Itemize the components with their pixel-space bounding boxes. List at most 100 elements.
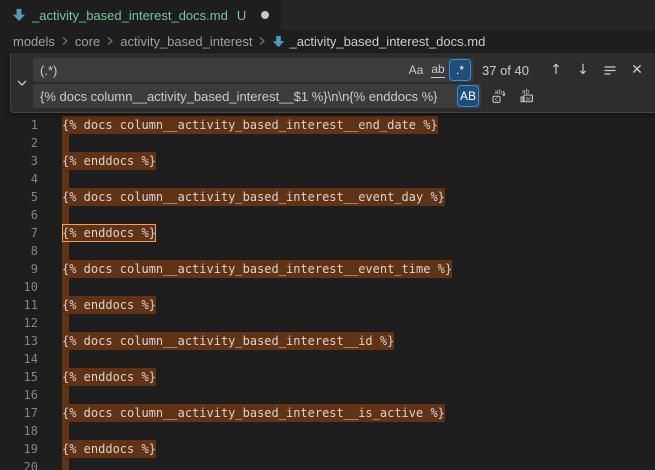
line-number: 12: [0, 314, 38, 332]
code-line[interactable]: 6: [0, 206, 655, 224]
find-match: [62, 278, 69, 296]
replace-all-button[interactable]: ab ac: [516, 85, 538, 107]
code-line[interactable]: 13 {% docs column__activity_based_interes…: [0, 332, 655, 350]
breadcrumb-file[interactable]: _activity_based_interest_docs.md: [289, 34, 485, 49]
code-line[interactable]: 7 {% enddocs %}: [0, 224, 655, 242]
find-query-text: (.*): [40, 63, 57, 78]
code-line[interactable]: 9 {% docs column__activity_based_interest…: [0, 260, 655, 278]
line-number: 13: [0, 332, 38, 350]
find-match: [62, 386, 69, 404]
breadcrumb-segment-folder[interactable]: activity_based_interest: [120, 34, 252, 49]
code-line[interactable]: 10: [0, 278, 655, 296]
line-number: 6: [0, 206, 38, 224]
find-match: {% docs column__activity_based_interest_…: [62, 404, 445, 422]
replace-value-text: {% docs column__activity_based_interest_…: [40, 89, 437, 104]
svg-text:ab: ab: [522, 89, 530, 96]
code-line[interactable]: 3{% enddocs %}: [0, 152, 655, 170]
find-match: [62, 206, 69, 224]
code-line[interactable]: 12: [0, 314, 655, 332]
replace-input[interactable]: {% docs column__activity_based_interest_…: [33, 84, 481, 108]
vscode-window: _activity_based_interest_docs.md U model…: [0, 0, 655, 470]
whole-word-toggle[interactable]: ab: [428, 60, 448, 80]
code-line[interactable]: 16: [0, 386, 655, 404]
chevron-down-icon: [16, 77, 28, 89]
find-match: [62, 170, 69, 188]
selection-icon: [603, 63, 617, 77]
line-number: 18: [0, 422, 38, 440]
toggle-replace-button[interactable]: [11, 53, 33, 112]
code-line[interactable]: 14: [0, 350, 655, 368]
chevron-right-icon: [60, 36, 70, 46]
line-number: 16: [0, 386, 38, 404]
find-match: [62, 242, 69, 260]
line-number: 19: [0, 440, 38, 458]
find-match: [62, 422, 69, 440]
match-case-toggle[interactable]: Aa: [406, 60, 426, 80]
line-number: 10: [0, 278, 38, 296]
tab-filename: _activity_based_interest_docs.md: [32, 8, 228, 23]
line-number: 4: [0, 170, 38, 188]
code-line[interactable]: 17 {% docs column__activity_based_interes…: [0, 404, 655, 422]
find-match: [62, 134, 69, 152]
find-in-selection-button[interactable]: [599, 59, 621, 81]
find-match: {% docs column__activity_based_interest_…: [62, 188, 445, 206]
code-line[interactable]: 2: [0, 134, 655, 152]
editor-pane[interactable]: (.*) Aa ab .* 37 of 40 ↑ ↓: [0, 52, 655, 470]
close-find-widget-button[interactable]: ✕: [626, 59, 648, 81]
previous-match-button[interactable]: ↑: [545, 59, 567, 81]
svg-text:ab: ab: [495, 89, 503, 96]
line-number: 7: [0, 224, 38, 242]
match-count: 37 of 40: [482, 63, 529, 78]
git-status-badge: U: [237, 8, 246, 23]
svg-text:ac: ac: [526, 96, 533, 102]
code-line[interactable]: 4: [0, 170, 655, 188]
code-line[interactable]: 5 {% docs column__activity_based_interest…: [0, 188, 655, 206]
unsaved-changes-dot[interactable]: [261, 11, 269, 19]
breadcrumb-segment-core[interactable]: core: [75, 34, 100, 49]
svg-text:c: c: [495, 97, 498, 103]
code-line[interactable]: 1 {% docs column__activity_based_interest…: [0, 116, 655, 134]
tab-bar: _activity_based_interest_docs.md U: [0, 0, 655, 30]
preserve-case-toggle[interactable]: AB: [458, 86, 478, 106]
chevron-right-icon: [257, 36, 267, 46]
find-match: {% docs column__activity_based_interest_…: [62, 116, 438, 134]
line-number: 8: [0, 242, 38, 260]
line-number: 5: [0, 188, 38, 206]
find-match: {% docs column__activity_based_interest_…: [62, 260, 452, 278]
code-line[interactable]: 20: [0, 458, 655, 470]
breadcrumb: models core activity_based_interest _act…: [0, 30, 655, 52]
code-line[interactable]: 8: [0, 242, 655, 260]
find-widget: (.*) Aa ab .* 37 of 40 ↑ ↓: [10, 53, 655, 113]
line-number: 9: [0, 260, 38, 278]
line-number: 14: [0, 350, 38, 368]
code-line[interactable]: 19{% enddocs %}: [0, 440, 655, 458]
line-number: 17: [0, 404, 38, 422]
code-line[interactable]: 18: [0, 422, 655, 440]
line-number: 20: [0, 458, 38, 470]
breadcrumb-segment-models[interactable]: models: [13, 34, 55, 49]
find-match: {% enddocs %}: [62, 368, 156, 386]
markdown-file-icon: [272, 35, 285, 48]
replace-all-icon: ab ac: [519, 88, 535, 104]
replace-icon: ab c: [491, 88, 507, 104]
next-match-button[interactable]: ↓: [572, 59, 594, 81]
find-match: [62, 350, 69, 368]
line-number: 2: [0, 134, 38, 152]
code-line[interactable]: 11{% enddocs %}: [0, 296, 655, 314]
find-input[interactable]: (.*) Aa ab .*: [33, 58, 473, 82]
code-area[interactable]: 1{% docs column__activity_based_interest…: [0, 52, 655, 470]
regex-toggle[interactable]: .*: [450, 60, 470, 80]
find-match: {% docs column__activity_based_interest_…: [62, 332, 394, 350]
tab-active-file[interactable]: _activity_based_interest_docs.md U: [0, 0, 281, 30]
markdown-file-icon: [12, 8, 26, 22]
find-match: {% enddocs %}: [62, 152, 156, 170]
replace-button[interactable]: ab c: [488, 85, 510, 107]
find-match: [62, 458, 69, 470]
chevron-right-icon: [105, 36, 115, 46]
code-line[interactable]: 15 {% enddocs %}: [0, 368, 655, 386]
find-match: [62, 314, 69, 332]
line-number: 1: [0, 116, 38, 134]
current-find-match: {% enddocs %}: [62, 224, 156, 242]
find-match: {% enddocs %}: [62, 296, 156, 314]
line-number: 15: [0, 368, 38, 386]
